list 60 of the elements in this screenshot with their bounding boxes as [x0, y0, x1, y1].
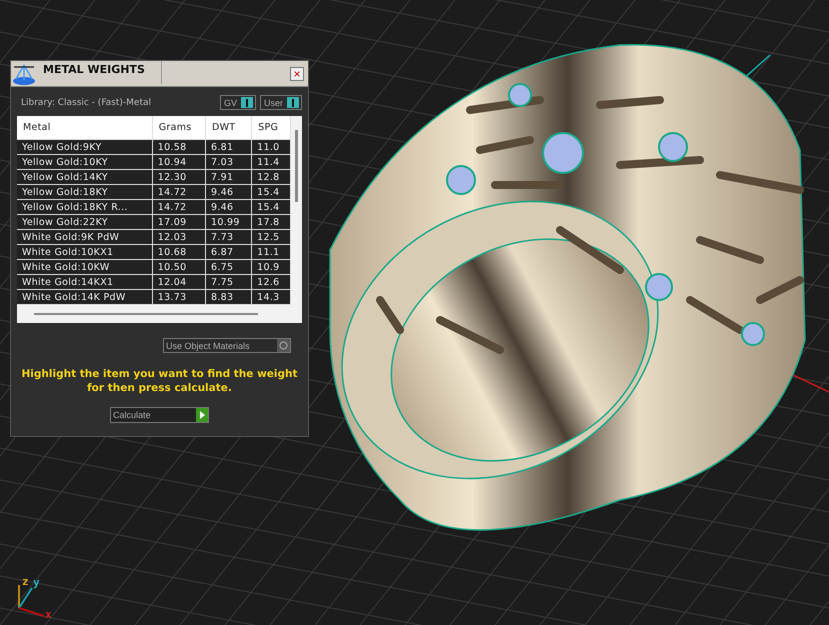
- table-cell: White Gold:10KX1: [17, 244, 152, 260]
- table-cell: 7.03: [205, 154, 252, 170]
- table-cell: 12.03: [152, 230, 206, 244]
- table-cell: Yellow Gold:10KY: [17, 154, 152, 170]
- table-cell: 12.6: [252, 274, 290, 290]
- table-cell: 10.9: [252, 260, 290, 274]
- table-cell: 11.4: [252, 154, 290, 170]
- table-cell: 12.8: [252, 170, 290, 184]
- panel-title: METAL WEIGHTS: [43, 61, 162, 84]
- table-cell: 12.5: [252, 230, 290, 244]
- table-cell: White Gold:14KX1: [17, 274, 152, 290]
- table-cell: Yellow Gold:18KY R...: [17, 200, 152, 214]
- table-cell: 8.83: [205, 290, 252, 304]
- table-cell: 9.46: [205, 184, 252, 200]
- instruction-text: Highlight the item you want to find the weight for then press calculate.: [21, 367, 298, 395]
- column-header[interactable]: Grams: [152, 116, 206, 140]
- table-cell: 14.3: [252, 290, 290, 304]
- close-button[interactable]: ×: [290, 66, 304, 80]
- radio-icon: [279, 341, 288, 350]
- table-cell: 7.91: [205, 170, 252, 184]
- vertical-scrollbar[interactable]: [295, 130, 298, 202]
- table-cell: 6.81: [205, 140, 252, 154]
- column-header[interactable]: SPG: [252, 116, 290, 140]
- table-cell: 15.4: [252, 200, 290, 214]
- table-cell: Yellow Gold:18KY: [17, 184, 152, 200]
- library-label: Library: Classic - (Fast)-Metal: [21, 98, 152, 108]
- toggle-button[interactable]: GV: [220, 95, 256, 110]
- table-cell: 10.99: [205, 214, 252, 230]
- table-cell: White Gold:14K PdW: [17, 290, 152, 304]
- table-cell: 11.1: [252, 244, 290, 260]
- use-object-materials-button[interactable]: Use Object Materials: [163, 338, 291, 353]
- table-cell: White Gold:9K PdW: [17, 230, 152, 244]
- table-cell: 17.8: [252, 214, 290, 230]
- table-cell: 6.87: [205, 244, 252, 260]
- calculate-button[interactable]: Calculate: [110, 407, 209, 423]
- table-cell: 12.30: [152, 170, 206, 184]
- table-cell: 10.94: [152, 154, 206, 170]
- axis-gizmo-drawing: z y x: [18, 575, 52, 618]
- table-cell: 15.4: [252, 184, 290, 200]
- table-cell: 6.75: [205, 260, 252, 274]
- table-cell: 17.09: [152, 214, 206, 230]
- table-cell: Yellow Gold:22KY: [17, 214, 152, 230]
- table-cell: 11.0: [252, 140, 290, 154]
- toggle-button[interactable]: User: [260, 95, 302, 110]
- table-cell: 10.50: [152, 260, 206, 274]
- column-header[interactable]: DWT: [205, 116, 252, 140]
- table-cell: 13.73: [152, 290, 206, 304]
- column-header[interactable]: Metal: [17, 116, 152, 140]
- table-cell: 9.46: [205, 200, 252, 214]
- table-cell: 14.72: [152, 184, 206, 200]
- table-cell: Yellow Gold:14KY: [17, 170, 152, 184]
- table-cell: 7.73: [205, 230, 252, 244]
- table-cell: Yellow Gold:9KY: [17, 140, 152, 154]
- table-cell: 14.72: [152, 200, 206, 214]
- horizontal-scrollbar[interactable]: [34, 313, 258, 315]
- table-cell: 10.58: [152, 140, 206, 154]
- table-cell: 7.75: [205, 274, 252, 290]
- table-cell: White Gold:10KW: [17, 260, 152, 274]
- table-cell: 12.04: [152, 274, 206, 290]
- table-cell: 10.68: [152, 244, 206, 260]
